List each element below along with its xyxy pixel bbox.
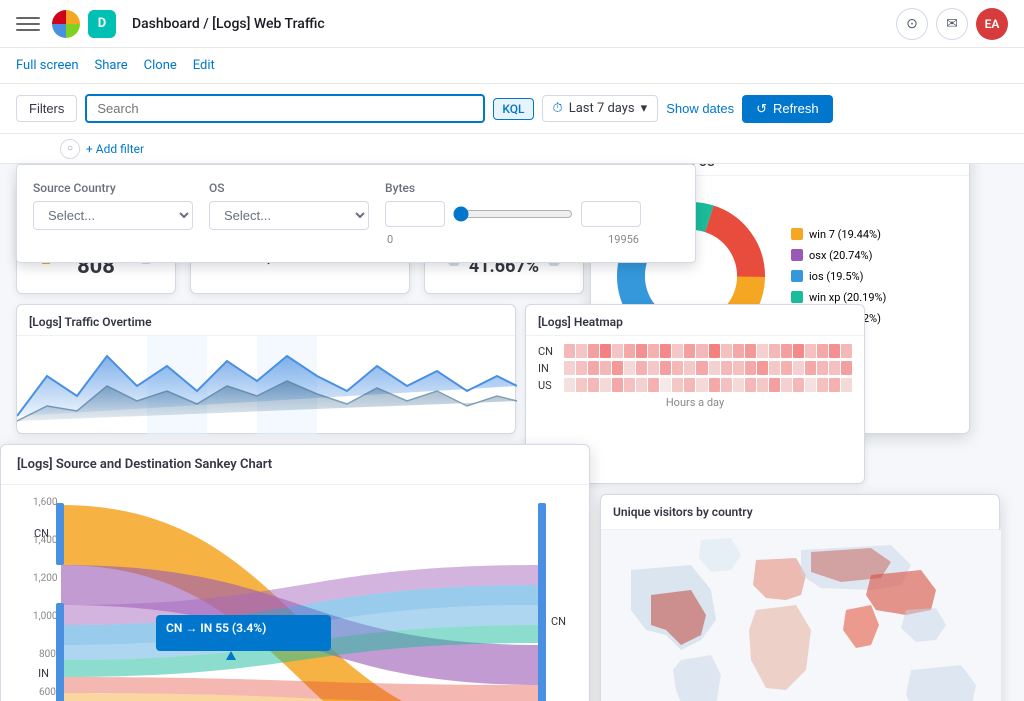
source-country-select[interactable]: Select...	[33, 201, 193, 230]
filters-button[interactable]: Filters	[16, 95, 77, 122]
clone-link[interactable]: Clone	[144, 58, 177, 73]
show-dates-button[interactable]: Show dates	[666, 101, 734, 116]
svg-text:IN: IN	[38, 667, 49, 680]
legend-winxp: win xp (20.19%)	[809, 291, 886, 304]
heatmap-title: [Logs] Heatmap	[526, 305, 864, 336]
full-screen-link[interactable]: Full screen	[16, 58, 79, 73]
svg-text:CN: CN	[34, 527, 49, 540]
svg-text:1,200: 1,200	[33, 573, 58, 584]
heatmap-row-cn: CN	[538, 345, 562, 358]
clock-icon: ⏱	[553, 101, 563, 116]
heatmap-content: CN	[526, 336, 864, 417]
nav-bar: D Dashboard / [Logs] Web Traffic ⊙ ✉ EA	[0, 0, 1024, 48]
edit-link[interactable]: Edit	[193, 58, 215, 73]
sankey-title: [Logs] Source and Destination Sankey Cha…	[1, 445, 589, 485]
world-map-title: Unique visitors by country	[601, 495, 999, 530]
bytes-max-input[interactable]	[581, 201, 641, 227]
chevron-down-icon: ▾	[641, 101, 648, 116]
app-icon: D	[88, 10, 116, 38]
os-filter: OS Select...	[209, 181, 369, 246]
avatar[interactable]: EA	[976, 8, 1008, 40]
heatmap-row-us: US	[538, 379, 562, 392]
bytes-range-slider[interactable]	[453, 206, 573, 222]
filter-bar: Filters KQL ⏱ Last 7 days ▾ Show dates ↺…	[0, 84, 1024, 134]
mail-icon[interactable]: ✉	[936, 8, 968, 40]
svg-text:600: 600	[39, 687, 56, 698]
source-country-label: Source Country	[33, 181, 193, 195]
settings-icon[interactable]: ⊙	[896, 8, 928, 40]
bytes-label: Bytes	[385, 181, 641, 195]
add-filter-link[interactable]: + Add filter	[86, 142, 144, 156]
world-map-svg	[601, 530, 1001, 701]
source-country-filter: Source Country Select...	[33, 181, 193, 246]
world-map-card: Unique visitors by country	[600, 494, 1000, 701]
sankey-card: [Logs] Source and Destination Sankey Cha…	[0, 444, 590, 701]
nav-icons: ⊙ ✉ EA	[896, 8, 1008, 40]
svg-text:CN → IN 55 (3.4%): CN → IN 55 (3.4%)	[166, 621, 266, 635]
svg-text:800: 800	[39, 649, 56, 660]
legend-ios: ios (19.5%)	[809, 270, 863, 283]
action-bar: Full screen Share Clone Edit	[0, 48, 1024, 84]
time-label: Last 7 days	[569, 101, 635, 116]
bytes-max-label: 19956	[608, 233, 639, 246]
add-filter-row: ○ + Add filter	[0, 134, 1024, 164]
svg-text:1,000: 1,000	[33, 611, 58, 622]
legend-osx: osx (20.74%)	[809, 249, 872, 262]
traffic-overtime-chart	[17, 336, 517, 436]
heatmap-row-in: IN	[538, 362, 562, 375]
refresh-icon: ↺	[756, 101, 767, 117]
kql-badge[interactable]: KQL	[493, 98, 533, 120]
refresh-button[interactable]: ↺ Refresh	[742, 95, 832, 123]
time-picker[interactable]: ⏱ Last 7 days ▾	[542, 95, 659, 122]
share-link[interactable]: Share	[95, 58, 128, 73]
legend-win7: win 7 (19.44%)	[809, 228, 881, 241]
svg-text:CN: CN	[551, 615, 566, 628]
kibana-logo	[52, 10, 80, 38]
bytes-min-label: 0	[387, 233, 393, 246]
bytes-filter: Bytes 0 19956	[385, 181, 641, 246]
traffic-overtime-title: [Logs] Traffic Overtime	[17, 305, 515, 336]
filter-toggle[interactable]: ○	[60, 139, 80, 159]
breadcrumb: Dashboard / [Logs] Web Traffic	[132, 16, 325, 32]
hamburger-menu[interactable]	[16, 12, 40, 36]
bytes-min-input[interactable]	[385, 201, 445, 227]
sankey-chart: 1,600 1,400 1,200 1,000 800 600 400 200 …	[1, 485, 591, 701]
os-label: OS	[209, 181, 369, 195]
os-select[interactable]: Select...	[209, 201, 369, 230]
search-input[interactable]	[85, 94, 485, 123]
traffic-overtime-card: [Logs] Traffic Overtime	[16, 304, 516, 434]
svg-text:1,600: 1,600	[33, 497, 58, 508]
filter-dropdown-panel: Source Country Select... OS Select... By…	[16, 164, 696, 263]
heatmap-x-label: Hours a day	[538, 396, 852, 409]
